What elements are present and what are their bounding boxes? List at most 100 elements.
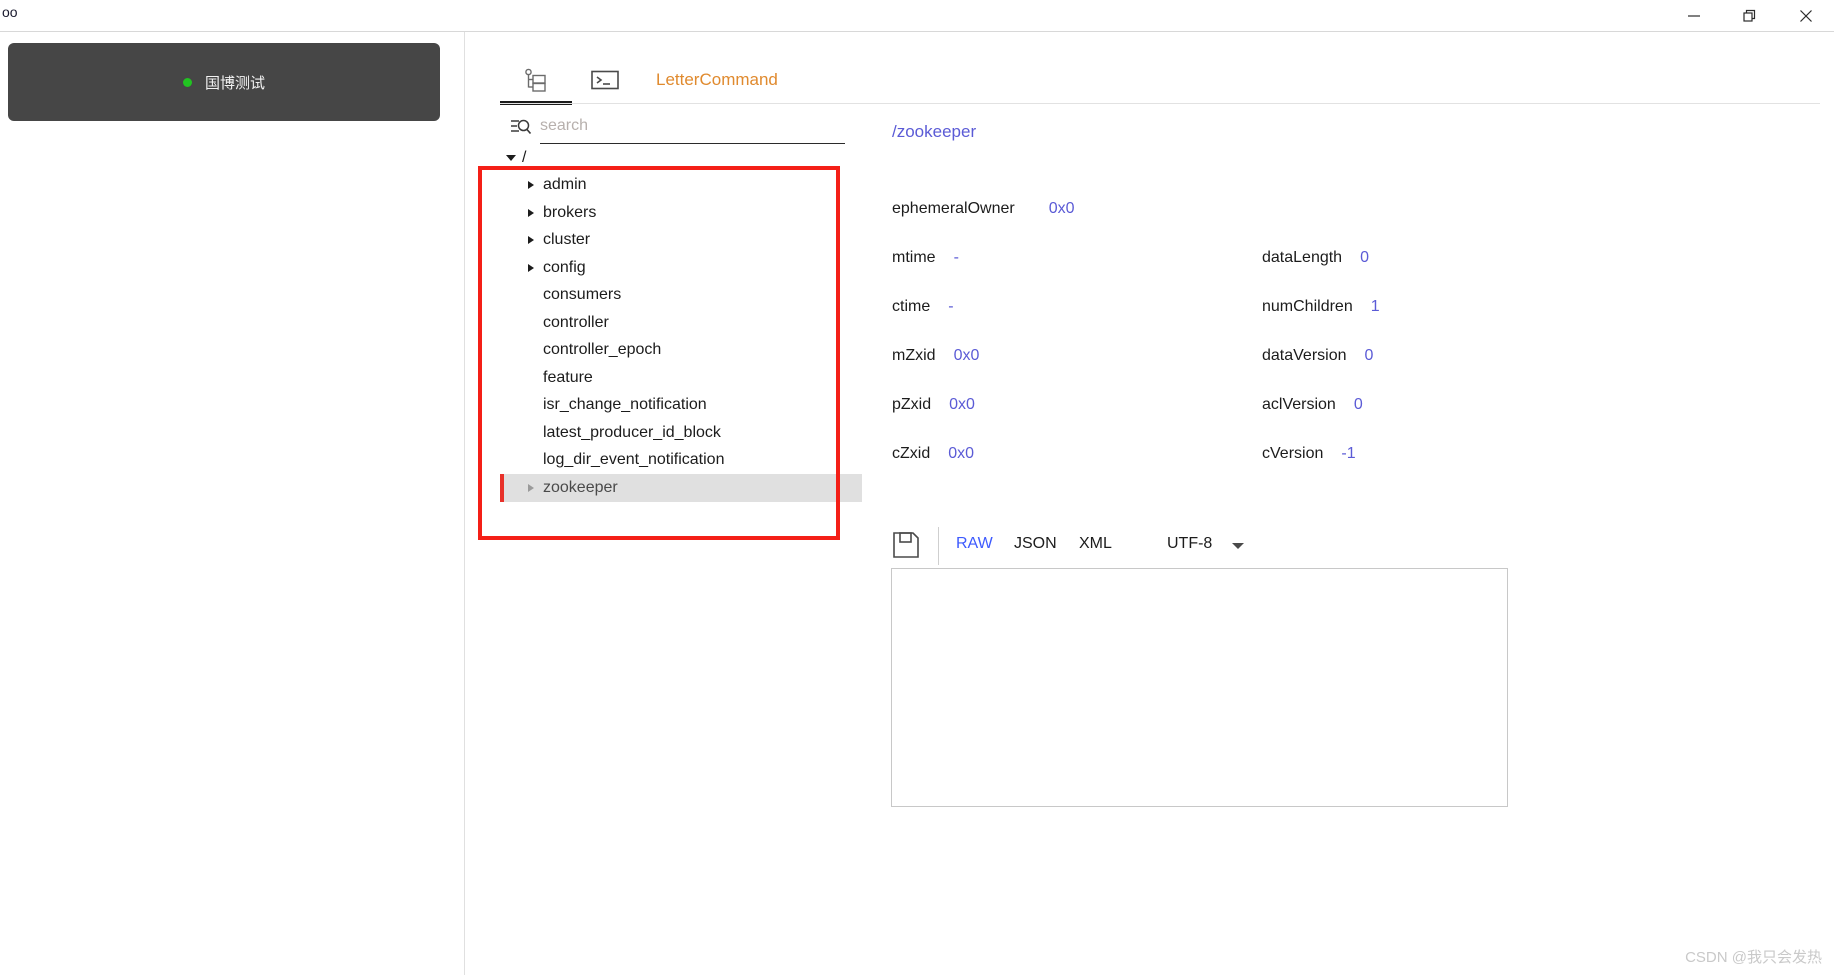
window-controls (1666, 0, 1834, 31)
tree-row-label: isr_change_notification (543, 396, 707, 414)
search-input[interactable] (540, 108, 845, 144)
tab-letter-command[interactable]: LetterCommand (642, 56, 872, 104)
tree-row-label: / (522, 148, 527, 166)
tab-strip: LetterCommand (466, 56, 1834, 105)
restore-button[interactable] (1722, 0, 1778, 31)
prop-value: 0 (1353, 396, 1363, 413)
prop-acl-version: aclVersion 0 (1262, 396, 1363, 414)
window-title: oo (2, 4, 18, 20)
tree-row-label: brokers (543, 203, 597, 221)
node-data-textarea[interactable] (891, 568, 1508, 807)
tree-row-controller[interactable]: controller (500, 309, 900, 337)
encoding-select-label[interactable]: UTF-8 (1167, 535, 1212, 553)
tree-row-label: consumers (543, 286, 622, 304)
prop-key: ctime (892, 298, 931, 315)
node-tree: / admin brokers cluster config consumers (500, 144, 900, 502)
tree-row-root[interactable]: / (500, 144, 900, 172)
tab-strip-divider (500, 103, 1820, 104)
chevron-down-icon[interactable] (506, 154, 516, 161)
format-json-button[interactable]: JSON (1014, 535, 1057, 553)
title-bar: oo (0, 0, 1834, 32)
prop-key: ephemeralOwner (892, 200, 1015, 217)
tab-command-line[interactable] (572, 56, 638, 104)
minimize-icon (1688, 14, 1700, 17)
prop-c-version: cVersion -1 (1262, 445, 1356, 463)
prop-value: 0x0 (953, 347, 980, 364)
prop-value: -1 (1341, 445, 1356, 462)
prop-key: pZxid (892, 396, 932, 413)
chevron-right-icon[interactable] (528, 181, 534, 190)
tree-row-config[interactable]: config (500, 254, 900, 282)
prop-value: 0x0 (1048, 200, 1075, 217)
watermark: CSDN @我只会发热 (1685, 949, 1822, 966)
tree-row-label: zookeeper (543, 478, 618, 496)
tree-row-cluster[interactable]: cluster (500, 227, 900, 255)
node-path: /zookeeper (892, 122, 977, 141)
connection-status-dot (182, 77, 192, 87)
tree-row-consumers[interactable]: consumers (500, 282, 900, 310)
app-window: oo 国博测试 LetterCommand search / admin bro… (0, 0, 1834, 975)
prop-key: mtime (892, 249, 936, 266)
tree-row-label: latest_producer_id_block (543, 423, 721, 441)
prop-num-children: numChildren 1 (1262, 298, 1380, 316)
chevron-right-icon[interactable] (528, 236, 534, 245)
tree-row-label: controller_epoch (543, 341, 662, 359)
terminal-icon (591, 70, 619, 90)
tab-tree-view[interactable] (500, 56, 572, 105)
tree-row-admin[interactable]: admin (500, 172, 900, 200)
tree-row-label: cluster (543, 231, 591, 249)
prop-key: dataLength (1262, 249, 1343, 266)
prop-data-length: dataLength 0 (1262, 249, 1369, 267)
format-xml-button[interactable]: XML (1079, 535, 1112, 553)
prop-key: cZxid (892, 445, 931, 462)
toolbar-divider (938, 527, 939, 565)
prop-value: - (953, 249, 959, 266)
prop-value: 1 (1370, 298, 1380, 315)
chevron-right-icon[interactable] (528, 208, 534, 217)
prop-key: numChildren (1262, 298, 1353, 315)
filter-search-icon (511, 119, 532, 135)
tree-row-log-dir-event-notification[interactable]: log_dir_event_notification (500, 447, 900, 475)
save-floppy-icon[interactable] (892, 531, 920, 559)
chevron-right-icon[interactable] (528, 483, 534, 492)
format-raw-button[interactable]: RAW (956, 535, 993, 553)
connection-list-pane: 国博测试 (0, 32, 465, 975)
prop-value: 0 (1360, 249, 1369, 266)
prop-ephemeral-owner: ephemeralOwner 0x0 (892, 200, 1075, 218)
tree-view-icon (525, 68, 546, 92)
tree-row-feature[interactable]: feature (500, 364, 900, 392)
close-icon (1800, 9, 1812, 22)
prop-mzxid: mZxid 0x0 (892, 347, 979, 365)
close-button[interactable] (1778, 0, 1834, 31)
data-editor-toolbar: RAW JSON XML UTF-8 (892, 527, 1832, 567)
main-pane: LetterCommand / admin (466, 32, 1834, 975)
tree-row-label: controller (543, 313, 609, 331)
prop-key: dataVersion (1262, 347, 1347, 364)
minimize-button[interactable] (1666, 0, 1722, 31)
prop-ctime: ctime - (892, 298, 954, 316)
tree-row-zookeeper[interactable]: zookeeper (500, 474, 862, 502)
tree-row-controller-epoch[interactable]: controller_epoch (500, 337, 900, 365)
tree-row-brokers[interactable]: brokers (500, 199, 900, 227)
prop-czxid: cZxid 0x0 (892, 445, 974, 463)
restore-icon (1743, 9, 1756, 22)
connection-name: 国博测试 (204, 74, 265, 92)
chevron-right-icon[interactable] (528, 263, 534, 272)
tree-row-label: log_dir_event_notification (543, 451, 725, 469)
search-row (500, 108, 880, 148)
prop-value: 0x0 (949, 396, 975, 413)
chevron-down-icon[interactable] (1232, 543, 1244, 549)
connection-card[interactable]: 国博测试 (8, 43, 440, 121)
tab-letter-command-label: LetterCommand (656, 70, 778, 89)
tree-row-label: admin (543, 176, 587, 194)
tree-row-latest-producer-id-block[interactable]: latest_producer_id_block (500, 419, 900, 447)
prop-pzxid: pZxid 0x0 (892, 396, 975, 414)
prop-value: - (948, 298, 954, 315)
prop-value: 0 (1364, 347, 1374, 364)
prop-mtime: mtime - (892, 249, 959, 267)
tree-row-label: feature (543, 368, 593, 386)
tree-row-label: config (543, 258, 586, 276)
prop-key: cVersion (1262, 445, 1324, 462)
prop-key: aclVersion (1262, 396, 1336, 413)
tree-row-isr-change-notification[interactable]: isr_change_notification (500, 392, 900, 420)
